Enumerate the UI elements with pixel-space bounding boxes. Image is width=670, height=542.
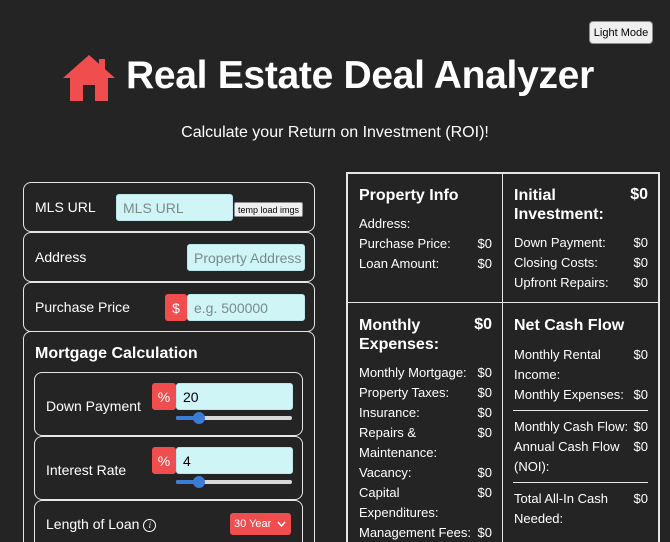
slider-thumb[interactable] <box>193 476 206 488</box>
ncf-monthly-expenses-value: $0 <box>633 387 648 402</box>
annual-cash-flow-label: Annual Cash Flow (NOI): <box>514 439 620 474</box>
property-info-panel: Property Info Address: Purchase Price: $… <box>347 173 503 303</box>
purchase-price-label: Purchase Price <box>35 299 130 315</box>
expense-value: $0 <box>477 405 492 420</box>
all-in-cash-value: $0 <box>633 491 648 506</box>
expense-label: Management Fees: <box>359 525 472 540</box>
down-payment-card: Down Payment % 20 <box>34 372 303 436</box>
expense-label: Repairs & Maintenance: <box>359 425 438 460</box>
property-address-label: Address: <box>359 216 411 231</box>
info-icon[interactable]: i <box>143 518 157 532</box>
monthly-expenses-panel: Monthly Expenses: $0 Monthly Mortgage: $0… <box>347 302 503 542</box>
expense-value: $0 <box>477 485 492 500</box>
rental-income-label: Monthly Rental Income: <box>514 347 601 382</box>
percent-prefix: % <box>152 383 176 410</box>
property-price-value: $0 <box>477 236 492 251</box>
closing-costs-label: Closing Costs: <box>514 255 598 270</box>
percent-prefix: % <box>152 447 176 474</box>
mls-url-card: MLS URL MLS URL temp load imgs <box>23 182 315 232</box>
net-cash-flow-panel: Net Cash Flow Monthly Rental Income: $0 M… <box>502 302 659 542</box>
interest-rate-input[interactable]: 4 <box>176 447 293 474</box>
ncf-monthly-expenses-label: Monthly Expenses: <box>514 387 624 402</box>
mortgage-title: Mortgage Calculation <box>35 345 198 362</box>
monthly-cash-flow-value: $0 <box>633 419 648 434</box>
monthly-expenses-title: Monthly Expenses: <box>359 317 440 353</box>
down-payment-label: Down Payment <box>46 398 141 414</box>
interest-rate-slider[interactable] <box>176 476 292 488</box>
loan-length-select[interactable]: 30 Year <box>230 513 291 535</box>
expense-label: Insurance: <box>359 405 420 420</box>
mls-url-label: MLS URL <box>35 199 96 215</box>
expense-value: $0 <box>477 365 492 380</box>
upfront-repairs-value: $0 <box>633 275 648 290</box>
divider <box>513 410 648 411</box>
expense-value: $0 <box>477 425 492 440</box>
page-subtitle: Calculate your Return on Investment (ROI… <box>181 124 489 141</box>
down-payment-result-value: $0 <box>633 235 648 250</box>
monthly-cash-flow-label: Monthly Cash Flow: <box>514 419 629 434</box>
theme-toggle-button[interactable]: Light Mode <box>589 21 653 44</box>
expense-label: Property Taxes: <box>359 385 450 400</box>
down-payment-result-label: Down Payment: <box>514 235 606 250</box>
expense-value: $0 <box>477 525 492 540</box>
interest-rate-label: Interest Rate <box>46 462 127 478</box>
loan-length-selected: 30 Year <box>234 518 272 530</box>
mls-url-input[interactable]: MLS URL <box>116 194 233 221</box>
mortgage-card: Mortgage Calculation Down Payment % 20 I… <box>23 331 315 542</box>
loan-amount-value: $0 <box>477 256 492 271</box>
chevron-down-icon <box>277 521 286 527</box>
expense-value: $0 <box>477 465 492 480</box>
initial-investment-panel: Initial Investment: $0 Down Payment: $0 C… <box>502 173 659 303</box>
loan-length-label: Length of Loan i <box>46 516 157 532</box>
load-images-button[interactable]: temp load imgs <box>234 202 303 217</box>
divider <box>513 482 648 483</box>
results-grid: Property Info Address: Purchase Price: $… <box>346 172 660 542</box>
address-input[interactable]: Property Address <box>187 244 305 271</box>
interest-rate-card: Interest Rate % 4 <box>34 436 303 500</box>
page-title: Real Estate Deal Analyzer <box>126 54 594 97</box>
down-payment-input[interactable]: 20 <box>176 383 293 410</box>
net-cash-flow-title: Net Cash Flow <box>514 317 625 334</box>
property-price-label: Purchase Price: <box>359 236 451 251</box>
dollar-prefix: $ <box>165 294 187 321</box>
slider-thumb[interactable] <box>193 412 206 424</box>
expense-value: $0 <box>477 385 492 400</box>
expense-label: Monthly Mortgage: <box>359 365 467 380</box>
property-info-title: Property Info <box>359 187 459 204</box>
rental-income-value: $0 <box>633 347 648 362</box>
loan-amount-label: Loan Amount: <box>359 256 440 271</box>
down-payment-slider[interactable] <box>176 412 292 424</box>
purchase-price-input[interactable]: e.g. 500000 <box>187 294 305 321</box>
upfront-repairs-label: Upfront Repairs: <box>514 275 609 290</box>
initial-investment-total: $0 <box>630 186 648 203</box>
purchase-price-card: Purchase Price $ e.g. 500000 <box>23 282 315 332</box>
closing-costs-value: $0 <box>633 255 648 270</box>
loan-length-text: Length of Loan <box>46 516 140 532</box>
page-header: Real Estate Deal Analyzer <box>0 50 670 110</box>
address-card: Address Property Address <box>23 232 315 282</box>
annual-cash-flow-value: $0 <box>633 439 648 454</box>
initial-investment-title: Initial Investment: <box>514 187 604 223</box>
expense-label: Capital Expenditures: <box>359 485 439 520</box>
expense-label: Vacancy: <box>359 465 412 480</box>
house-icon <box>63 55 115 101</box>
all-in-cash-label: Total All-In Cash Needed: <box>514 491 608 526</box>
monthly-expenses-total: $0 <box>474 316 492 333</box>
loan-length-card: Length of Loan i 30 Year <box>34 500 303 542</box>
address-label: Address <box>35 249 87 265</box>
